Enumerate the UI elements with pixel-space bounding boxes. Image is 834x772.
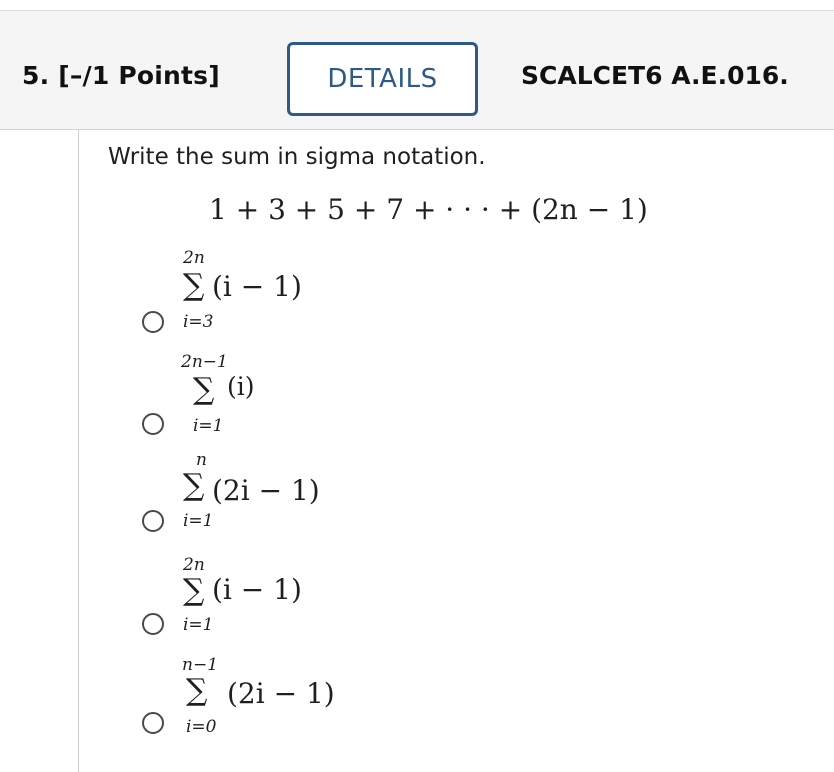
sigma-term: (i − 1) [212, 573, 302, 606]
answer-choice-5[interactable]: n−1 ∑ i=0 (2i − 1) [0, 655, 834, 755]
sigma-term: (2i − 1) [227, 677, 335, 710]
sigma-upper-limit: n−1 [182, 655, 219, 675]
sigma-upper-limit: 2n−1 [181, 352, 228, 372]
radio-button[interactable] [142, 510, 164, 532]
sigma-icon: ∑ [183, 573, 205, 608]
radio-button[interactable] [142, 311, 164, 333]
question-number-points: 5. [–/1 Points] [22, 61, 220, 90]
question-header: 5. [–/1 Points] DETAILS SCALCET6 A.E.016… [0, 11, 834, 130]
sigma-term: (i) [227, 372, 255, 401]
sigma-icon: ∑ [183, 468, 205, 503]
answer-choice-2[interactable]: 2n−1 ∑ i=1 (i) [0, 350, 834, 450]
sigma-upper-limit: 2n [183, 555, 205, 575]
details-button[interactable]: DETAILS [287, 42, 478, 116]
sigma-lower-limit: i=1 [183, 615, 214, 635]
radio-button[interactable] [142, 613, 164, 635]
sigma-lower-limit: i=1 [193, 416, 224, 436]
question-reference: SCALCET6 A.E.016. [521, 61, 789, 90]
sigma-lower-limit: i=3 [183, 312, 214, 332]
radio-button[interactable] [142, 413, 164, 435]
question-prompt: Write the sum in sigma notation. [108, 144, 486, 170]
sigma-icon: ∑ [193, 372, 215, 407]
sigma-lower-limit: i=1 [183, 511, 214, 531]
answer-choice-1[interactable]: 2n ∑ i=3 (i − 1) [0, 248, 834, 348]
radio-button[interactable] [142, 712, 164, 734]
sigma-term: (2i − 1) [212, 474, 320, 507]
sigma-upper-limit: 2n [183, 248, 205, 268]
answer-choice-3[interactable]: n ∑ i=1 (2i − 1) [0, 450, 834, 550]
sigma-upper-limit: n [196, 450, 207, 470]
sum-expression: 1 + 3 + 5 + 7 + · · · + (2n − 1) [209, 193, 648, 226]
sigma-icon: ∑ [183, 268, 205, 303]
sigma-icon: ∑ [186, 673, 208, 708]
sigma-lower-limit: i=0 [186, 717, 217, 737]
answer-choice-4[interactable]: 2n ∑ i=1 (i − 1) [0, 555, 834, 655]
sigma-term: (i − 1) [212, 270, 302, 303]
